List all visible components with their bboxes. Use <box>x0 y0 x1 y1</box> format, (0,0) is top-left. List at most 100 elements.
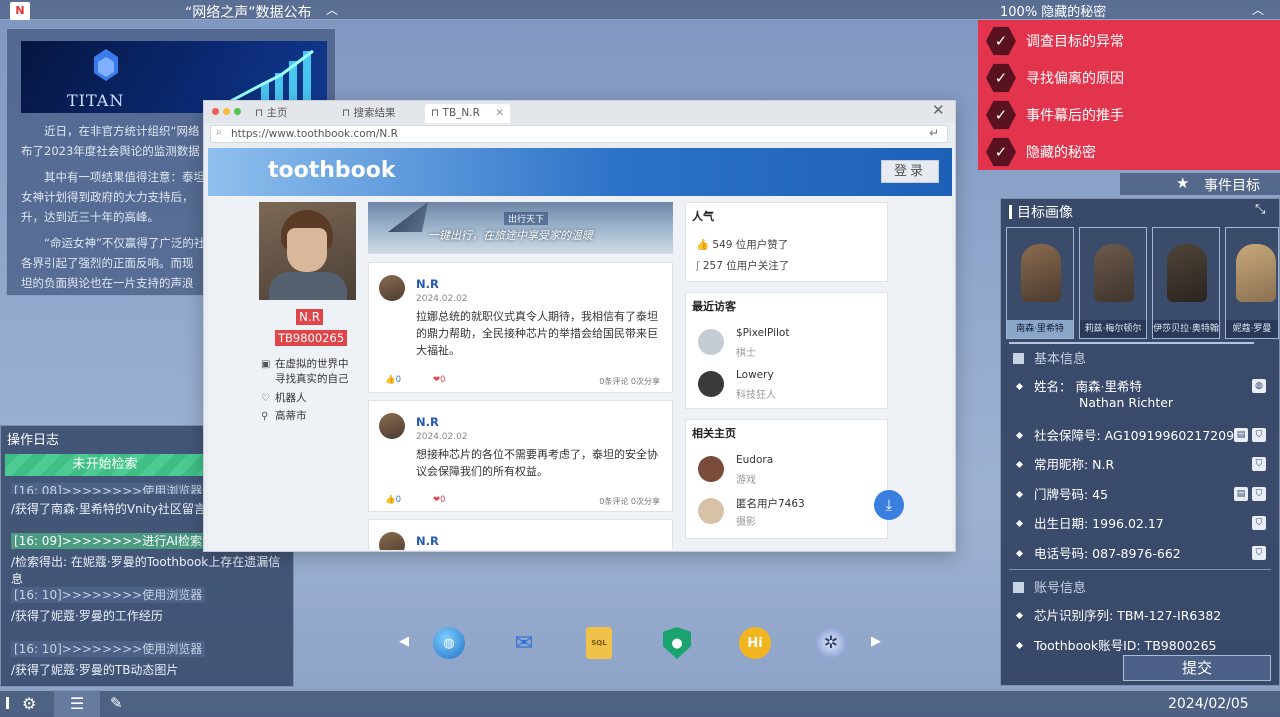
page-content: toothbook 登录 N.R TB9800265 ▣ 在虚拟的世界中 寻找真实的… <box>208 148 952 550</box>
avatar[interactable] <box>698 329 724 355</box>
avatar[interactable] <box>698 456 724 482</box>
close-dot[interactable] <box>212 108 219 115</box>
news-paragraph: 其中有一项结果值得注意：泰坦 <box>44 170 205 184</box>
document-icon[interactable]: ▤ <box>1234 487 1248 501</box>
info-row-name-en: Nathan Richter <box>1079 395 1174 410</box>
visitor-name[interactable]: $PixelPilot <box>736 327 789 339</box>
portrait-name: 伊莎贝拉·奥特翰 <box>1153 320 1219 338</box>
dock-next-arrow[interactable]: ▶ <box>871 634 881 649</box>
objective-item[interactable]: ✓ 隐藏的秘密 <box>986 135 1276 169</box>
portrait-image <box>1021 244 1061 302</box>
info-row-tb-id: Toothbook账号ID: TB9800265 <box>1015 635 1272 654</box>
task-list-icon[interactable]: ☰ <box>54 690 100 717</box>
tab-tb-nr[interactable]: ⊓ TB_N.R ✕ <box>425 104 510 123</box>
related-name[interactable]: 匿名用户7463 <box>736 496 805 511</box>
log-time: [16: 10]>>>>>>>>使用浏览器 <box>11 586 283 603</box>
close-icon[interactable]: ✕ <box>932 101 945 119</box>
chevron-up-icon[interactable]: ︿ <box>326 1 338 18</box>
shield-icon[interactable]: ⛉ <box>1252 546 1266 560</box>
like-button[interactable]: 👍0 <box>385 375 401 385</box>
post-counts: 0条评论 0次分享 <box>599 497 660 506</box>
shield-key-icon[interactable]: ● <box>663 627 691 659</box>
post-text: 想接种芯片的各位不需要再考虑了，泰坦的安全协议会保障我们的所有权益。 <box>416 448 658 478</box>
objectives-title[interactable]: 事件目标 <box>1204 175 1260 195</box>
globe-icon[interactable]: ◍ <box>1252 379 1266 393</box>
tab-search-results[interactable]: ⊓ 搜索结果 <box>336 104 422 123</box>
post-author[interactable]: N.R <box>416 415 439 429</box>
search-status-bar: 未开始检索 <box>5 454 205 476</box>
portrait-card[interactable]: 莉兹·梅尔顿尔 <box>1079 227 1147 339</box>
info-row-name: 姓名： 南森·里希特 ◍ <box>1015 376 1272 395</box>
profile-type: ♡ 机器人 <box>261 392 307 404</box>
expand-icon[interactable]: ⤡ <box>1255 202 1265 217</box>
shield-icon[interactable]: ⛉ <box>1252 428 1266 442</box>
minimize-dot[interactable] <box>223 108 230 115</box>
shield-icon[interactable]: ⛉ <box>1252 516 1266 530</box>
profile-id: TB9800265 <box>275 330 348 346</box>
heart-button[interactable]: ❤0 <box>433 495 446 505</box>
portrait-card[interactable]: 伊莎贝拉·奥特翰 <box>1152 227 1220 339</box>
post-author[interactable]: N.R <box>416 277 439 291</box>
spider-icon[interactable]: ✲ <box>815 627 847 659</box>
site-logo[interactable]: toothbook <box>268 158 396 183</box>
address-bar[interactable]: https://www.toothbook.com/N.R <box>210 125 948 143</box>
notebook-icon[interactable]: ✎ <box>110 694 123 712</box>
site-body: N.R TB9800265 ▣ 在虚拟的世界中 寻找真实的自己 ♡ 机器人 ⚲ 高蒂市 … <box>208 196 952 550</box>
panel-title: 目标画像 <box>1017 205 1073 221</box>
ad-banner[interactable]: 出行天下 一键出行，在旅途中享受家的温暖 <box>368 202 673 254</box>
mail-icon[interactable]: ✉ <box>508 627 540 659</box>
star-icon: ★ <box>1176 174 1190 192</box>
objective-label: 调查目标的异常 <box>1026 34 1124 50</box>
info-row-birth: 出生日期: 1996.02.17 ⛉ <box>1015 513 1272 532</box>
objective-item[interactable]: ✓ 寻找偏离的原因 <box>986 61 1276 95</box>
heart-icon: ♡ <box>261 393 270 404</box>
avatar[interactable] <box>698 498 724 524</box>
app-logo-icon[interactable]: N <box>10 2 30 20</box>
avatar <box>379 532 405 550</box>
log-title: 操作日志 <box>7 433 60 448</box>
chevron-up-icon[interactable]: ︿ <box>1252 1 1264 18</box>
news-paragraph: “命运女神”不仅赢得了广泛的社 <box>44 236 206 250</box>
like-button[interactable]: 👍0 <box>385 495 401 505</box>
post-text: 拉娜总统的就职仪式真令人期待，我相信有了泰坦的鼎力帮助，全民接种芯片的举措会给国… <box>416 310 658 357</box>
portrait-image <box>1236 244 1276 302</box>
info-row-chip: 芯片识别序列: TBM-127-IR6382 <box>1015 605 1272 624</box>
login-button[interactable]: 登录 <box>881 160 939 183</box>
avatar[interactable] <box>698 371 724 397</box>
download-icon[interactable]: ⤓ <box>874 490 904 520</box>
dock-prev-arrow[interactable]: ◀ <box>399 634 409 649</box>
hi-chat-icon[interactable]: Hi <box>739 627 771 659</box>
news-paragraph: 女神计划得到政府的大力支持后， <box>21 190 194 204</box>
shield-icon[interactable]: ⛉ <box>1252 457 1266 471</box>
news-paragraph: 升，达到近三十年的高峰。 <box>21 210 159 224</box>
maximize-dot[interactable] <box>234 108 241 115</box>
shield-icon[interactable]: ⛉ <box>1252 487 1266 501</box>
submit-button[interactable]: 提交 <box>1123 655 1271 681</box>
visitor-name[interactable]: Lowery <box>736 369 774 381</box>
profile-name: N.R <box>296 309 324 325</box>
document-icon[interactable]: ▤ <box>1234 428 1248 442</box>
portrait-card[interactable]: 妮蔻·罗曼 <box>1225 227 1279 339</box>
objective-item[interactable]: ✓ 调查目标的异常 <box>986 24 1276 58</box>
heart-button[interactable]: ❤0 <box>433 375 446 385</box>
box-title: 最近访客 <box>692 300 736 313</box>
portrait-card[interactable]: 南森·里希特 <box>1006 227 1074 339</box>
post-author[interactable]: N.R <box>416 534 439 548</box>
post-card: N.R 2024.02.02 想接种芯片的各位不需要再考虑了，泰坦的安全协议会保… <box>368 400 673 512</box>
post-date: 2024.02.02 <box>416 432 468 442</box>
follows-count: ʃ 257 位用户关注了 <box>696 260 790 272</box>
tab-home[interactable]: ⊓ 主页 <box>249 104 329 123</box>
recent-visitors-box: 最近访客 $PixelPilot 棋士 Lowery 科技狂人 <box>685 292 888 409</box>
gear-icon[interactable]: ⚙ <box>22 694 36 713</box>
news-paragraph: 坦的负面舆论也在一片支持的声浪 <box>21 276 194 290</box>
news-article: 近日，在非官方统计组织“网络 布了2023年度社会舆论的监测数据 其中有一项结果… <box>21 121 207 299</box>
sql-file-icon[interactable]: SQL <box>586 627 612 659</box>
enter-icon[interactable]: ↵ <box>929 126 939 140</box>
browser-globe-icon[interactable]: ◍ <box>433 627 465 659</box>
related-name[interactable]: Eudora <box>736 454 773 466</box>
post-card: N.R <box>368 519 673 550</box>
portrait-name: 南森·里希特 <box>1007 320 1073 338</box>
post-counts: 0条评论 0次分享 <box>599 377 660 386</box>
log-time: [16: 10]>>>>>>>>使用浏览器 <box>11 640 283 657</box>
objective-item[interactable]: ✓ 事件幕后的推手 <box>986 98 1276 132</box>
